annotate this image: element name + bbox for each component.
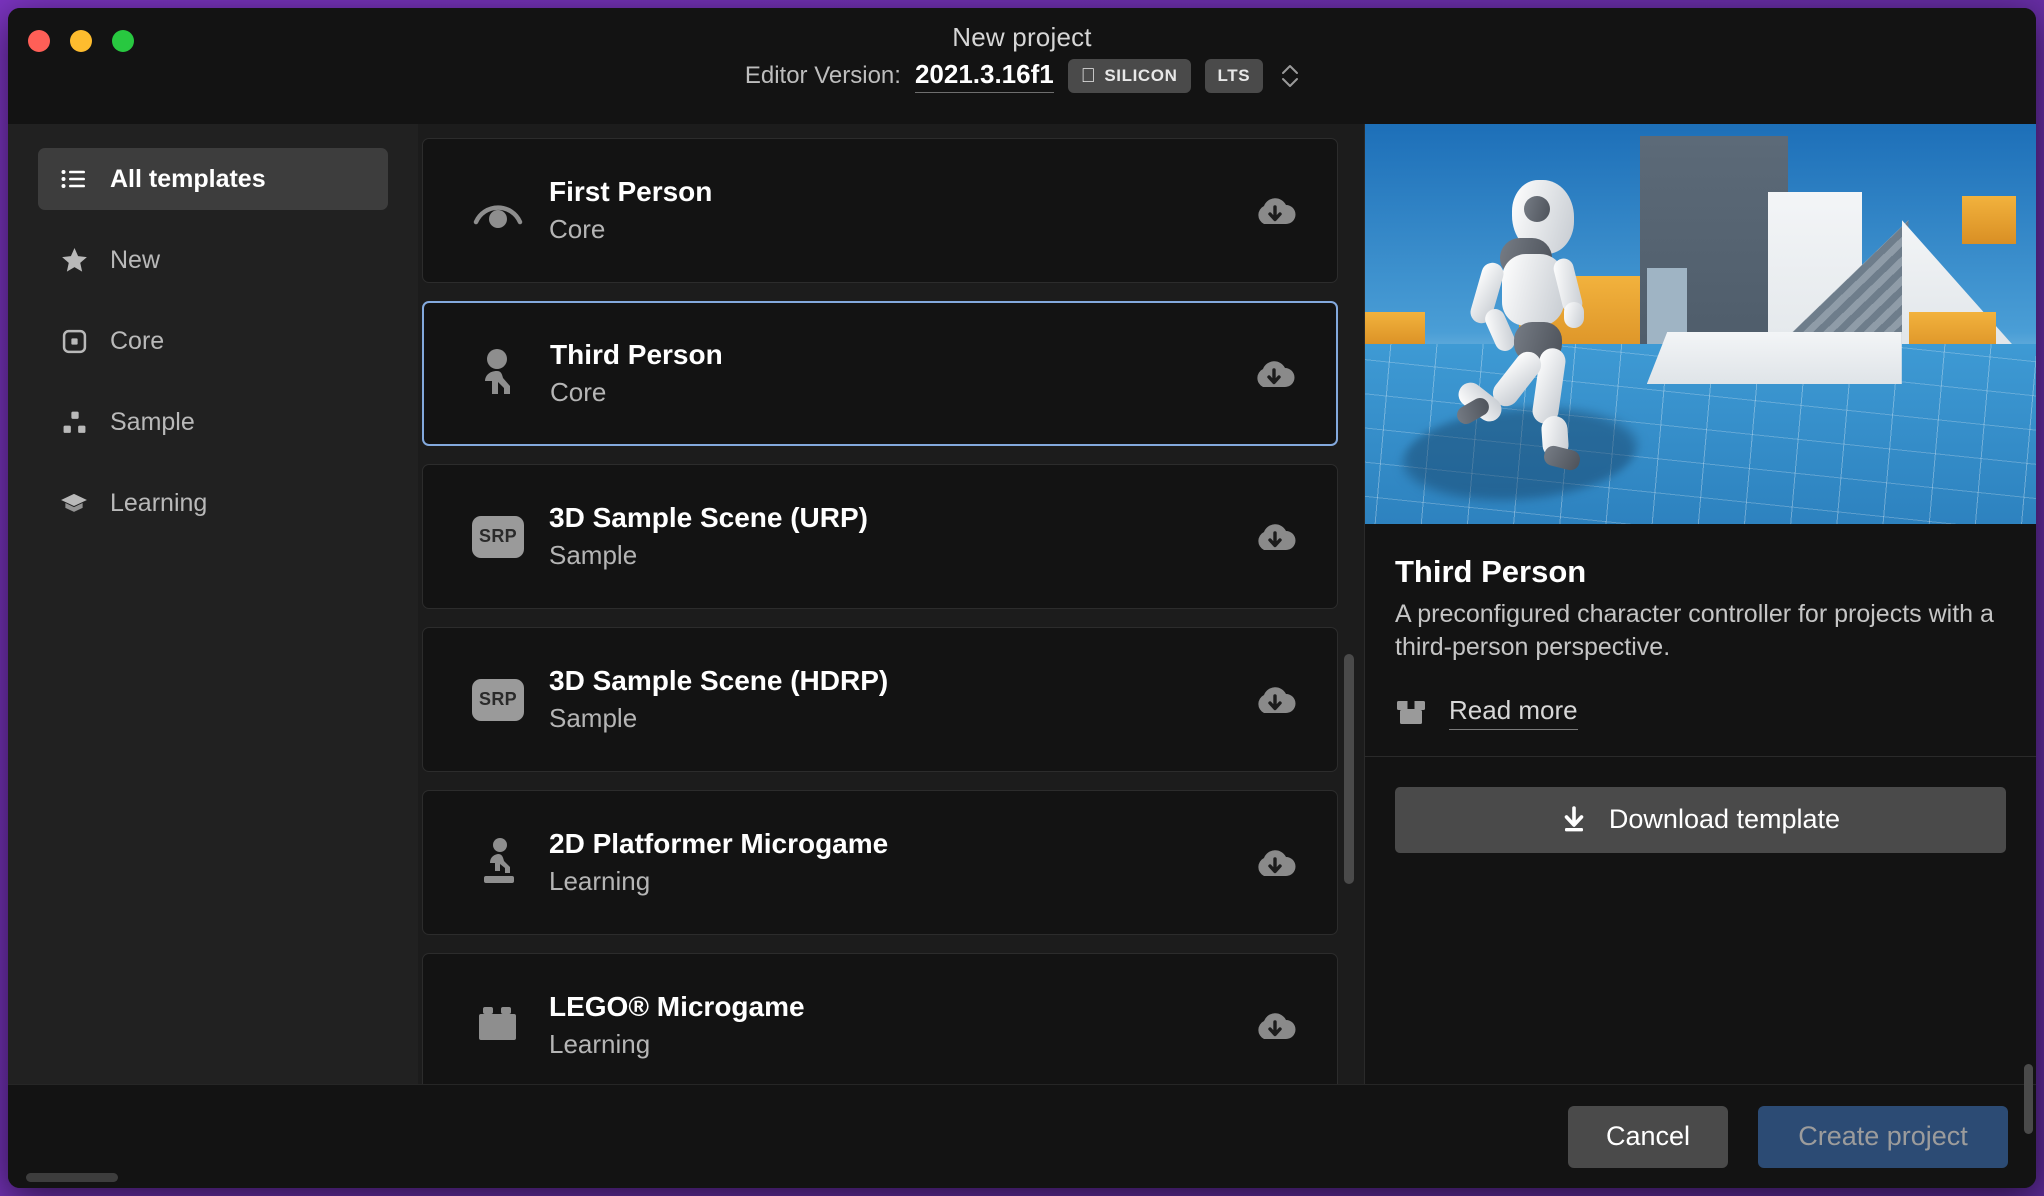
- editor-version-row: Editor Version: 2021.3.16f1  SILICON LT…: [745, 59, 1299, 93]
- page-title: New project: [952, 22, 1092, 52]
- template-row[interactable]: First Person Core: [422, 138, 1338, 283]
- template-name: 3D Sample Scene (URP): [549, 501, 868, 533]
- window-resize-handle[interactable]: [26, 1173, 118, 1182]
- lego-brick-icon: [463, 1005, 533, 1047]
- template-detail-panel: Third Person A preconfigured character c…: [1364, 124, 2036, 1084]
- template-text: First Person Core: [549, 174, 1247, 247]
- template-name: 3D Sample Scene (HDRP): [549, 664, 889, 696]
- dialog-footer: Cancel Create project: [8, 1084, 2036, 1188]
- template-category: Core: [550, 376, 607, 407]
- window-titlebar: New project Editor Version: 2021.3.16f1 …: [8, 8, 2036, 124]
- sidebar-item-label: Learning: [110, 488, 208, 517]
- package-icon: [1395, 697, 1427, 727]
- template-category: Learning: [549, 1028, 651, 1059]
- person-icon: [464, 348, 534, 400]
- template-list[interactable]: First Person Core Third Person Core SRP …: [418, 124, 1364, 1084]
- square-dot-icon: [60, 327, 88, 355]
- template-name: 2D Platformer Microgame: [549, 827, 889, 859]
- srp-chip-icon: SRP: [463, 515, 533, 558]
- cloud-download-icon[interactable]: [1246, 357, 1302, 391]
- srp-chip-label: SRP: [472, 678, 524, 721]
- template-list-inner: First Person Core Third Person Core SRP …: [418, 138, 1364, 1084]
- list-icon: [60, 165, 88, 193]
- preview-platform: [1646, 332, 1902, 384]
- cloud-download-icon[interactable]: [1247, 194, 1303, 228]
- silicon-badge:  SILICON: [1067, 59, 1191, 93]
- desktop-background: New project Editor Version: 2021.3.16f1 …: [0, 0, 2044, 1196]
- new-project-window: New project Editor Version: 2021.3.16f1 …: [8, 8, 2036, 1188]
- template-category: Core: [549, 213, 606, 244]
- cancel-button[interactable]: Cancel: [1568, 1105, 1728, 1168]
- download-template-button[interactable]: Download template: [1395, 786, 2006, 853]
- create-project-button[interactable]: Create project: [1758, 1105, 2008, 1168]
- sidebar-item-core[interactable]: Core: [38, 310, 388, 372]
- cloud-download-icon[interactable]: [1247, 846, 1303, 880]
- template-text: 3D Sample Scene (HDRP) Sample: [549, 663, 1247, 736]
- chevron-up-icon: [1282, 65, 1299, 74]
- titlebar-center: New project Editor Version: 2021.3.16f1 …: [8, 22, 2036, 93]
- template-category-sidebar: All templates New Core Sample Learning: [8, 124, 418, 1084]
- detail-title: Third Person: [1395, 554, 1587, 589]
- template-preview-image: [1365, 124, 2036, 524]
- detail-description: A preconfigured character controller for…: [1395, 600, 1994, 662]
- download-template-button-label: Download template: [1608, 804, 1841, 834]
- template-detail-actions: Download template: [1365, 757, 2036, 853]
- template-detail-info: Third Person A preconfigured character c…: [1365, 524, 2036, 757]
- runner-icon: [463, 837, 533, 889]
- sidebar-item-label: All templates: [110, 164, 266, 193]
- sidebar-item-all-templates[interactable]: All templates: [38, 148, 388, 210]
- cloud-download-icon[interactable]: [1247, 683, 1303, 717]
- eye-icon: [463, 194, 533, 228]
- template-category: Sample: [549, 702, 638, 733]
- hierarchy-icon: [60, 408, 88, 436]
- sidebar-item-learning[interactable]: Learning: [38, 472, 388, 534]
- preview-robot: [1454, 180, 1652, 473]
- preview-orange-box: [1365, 312, 1426, 348]
- editor-version-value[interactable]: 2021.3.16f1: [914, 59, 1054, 93]
- sidebar-item-sample[interactable]: Sample: [38, 391, 388, 453]
- srp-chip-icon: SRP: [463, 678, 533, 721]
- template-text: 2D Platformer Microgame Learning: [549, 826, 1247, 899]
- sidebar-item-label: Sample: [110, 407, 195, 436]
- editor-version-label: Editor Version:: [744, 62, 901, 89]
- sidebar-item-label: Core: [110, 326, 165, 355]
- star-icon: [60, 246, 88, 274]
- window-scrollbar[interactable]: [2024, 24, 2033, 1172]
- sidebar-item-new[interactable]: New: [38, 229, 388, 291]
- chevron-down-icon: [1282, 78, 1299, 87]
- cloud-download-icon[interactable]: [1247, 1009, 1303, 1043]
- sidebar-item-label: New: [110, 245, 161, 274]
- template-category: Sample: [549, 539, 638, 570]
- preview-orange-box: [1962, 196, 2016, 244]
- cloud-download-icon[interactable]: [1247, 520, 1303, 554]
- editor-version-stepper[interactable]: [1281, 64, 1299, 88]
- download-arrow-icon: [1561, 805, 1587, 834]
- template-list-scrollbar[interactable]: [1344, 654, 1354, 884]
- template-name: Third Person: [550, 338, 723, 370]
- srp-chip-label: SRP: [472, 515, 524, 558]
- template-text: 3D Sample Scene (URP) Sample: [549, 500, 1247, 573]
- template-row-selected[interactable]: Third Person Core: [422, 301, 1338, 446]
- template-text: LEGO® Microgame Learning: [549, 989, 1247, 1062]
- template-name: LEGO® Microgame: [549, 990, 805, 1022]
- template-row[interactable]: SRP 3D Sample Scene (HDRP) Sample: [422, 627, 1338, 772]
- dialog-body: All templates New Core Sample Learning F…: [8, 124, 2036, 1084]
- template-row[interactable]: LEGO® Microgame Learning: [422, 953, 1338, 1084]
- silicon-badge-label: SILICON: [1096, 66, 1177, 85]
- apple-icon: : [1081, 66, 1097, 86]
- lts-badge-label: LTS: [1209, 66, 1250, 85]
- read-more-link[interactable]: Read more: [1449, 695, 1578, 730]
- template-row[interactable]: SRP 3D Sample Scene (URP) Sample: [422, 464, 1338, 609]
- read-more-row[interactable]: Read more: [1395, 695, 2006, 730]
- template-category: Learning: [549, 865, 651, 896]
- template-text: Third Person Core: [550, 337, 1246, 410]
- template-row[interactable]: 2D Platformer Microgame Learning: [422, 790, 1338, 935]
- graduation-cap-icon: [60, 489, 88, 517]
- lts-badge: LTS: [1204, 59, 1264, 93]
- template-name: First Person: [549, 175, 713, 207]
